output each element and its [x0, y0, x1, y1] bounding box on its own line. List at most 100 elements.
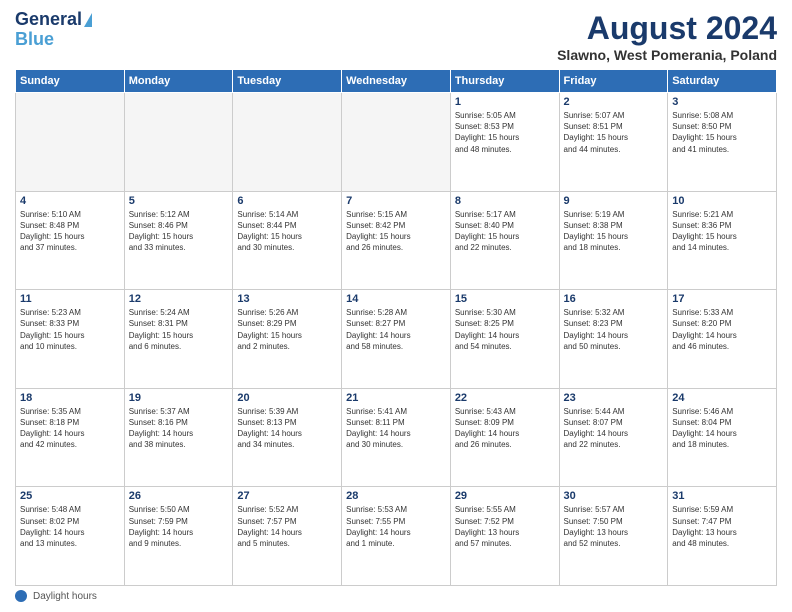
calendar-cell: 30Sunrise: 5:57 AM Sunset: 7:50 PM Dayli… — [559, 487, 668, 586]
weekday-header-saturday: Saturday — [668, 70, 777, 93]
day-info: Sunrise: 5:44 AM Sunset: 8:07 PM Dayligh… — [564, 406, 664, 451]
day-number: 13 — [237, 293, 337, 305]
day-info: Sunrise: 5:55 AM Sunset: 7:52 PM Dayligh… — [455, 504, 555, 549]
weekday-header-sunday: Sunday — [16, 70, 125, 93]
calendar-cell: 12Sunrise: 5:24 AM Sunset: 8:31 PM Dayli… — [124, 290, 233, 389]
day-number: 28 — [346, 490, 446, 502]
day-info: Sunrise: 5:15 AM Sunset: 8:42 PM Dayligh… — [346, 209, 446, 254]
weekday-header-tuesday: Tuesday — [233, 70, 342, 93]
day-number: 3 — [672, 96, 772, 108]
footer-label: Daylight hours — [33, 591, 97, 602]
footer-dot-icon — [15, 590, 27, 602]
calendar-cell: 13 Sunrise: 5:26 AM Sunset: 8:29 PM Dayli… — [233, 290, 342, 389]
calendar-cell: 25 Sunrise: 5:48 AM Sunset: 8:02 PM Dayli… — [16, 487, 125, 586]
calendar-cell — [16, 93, 125, 192]
calendar-cell: 15Sunrise: 5:30 AM Sunset: 8:25 PM Dayli… — [450, 290, 559, 389]
calendar-cell: 2Sunrise: 5:07 AM Sunset: 8:51 PM Daylig… — [559, 93, 668, 192]
weekday-header-monday: Monday — [124, 70, 233, 93]
day-info: Sunrise: 5:19 AM Sunset: 8:38 PM Dayligh… — [564, 209, 664, 254]
calendar-cell: 22Sunrise: 5:43 AM Sunset: 8:09 PM Dayli… — [450, 388, 559, 487]
day-info: Sunrise: 5:48 AM Sunset: 8:02 PM Dayligh… — [20, 504, 120, 549]
day-number: 22 — [455, 392, 555, 404]
week-row-5: 25 Sunrise: 5:48 AM Sunset: 8:02 PM Dayli… — [16, 487, 777, 586]
calendar-cell: 6 Sunrise: 5:14 AM Sunset: 8:44 PM Daylig… — [233, 191, 342, 290]
weekday-header-friday: Friday — [559, 70, 668, 93]
weekday-header-row: SundayMondayTuesdayWednesdayThursdayFrid… — [16, 70, 777, 93]
header: General Blue August 2024 Slawno, West Po… — [15, 10, 777, 63]
calendar-cell: 20 Sunrise: 5:39 AM Sunset: 8:13 PM Dayli… — [233, 388, 342, 487]
calendar-cell: 31Sunrise: 5:59 AM Sunset: 7:47 PM Dayli… — [668, 487, 777, 586]
day-info: Sunrise: 5:35 AM Sunset: 8:18 PM Dayligh… — [20, 406, 120, 451]
calendar-cell: 1 Sunrise: 5:05 AM Sunset: 8:53 PM Daylig… — [450, 93, 559, 192]
logo-line2: Blue — [15, 30, 54, 50]
day-info: Sunrise: 5:24 AM Sunset: 8:31 PM Dayligh… — [129, 307, 229, 352]
calendar-cell: 29 Sunrise: 5:55 AM Sunset: 7:52 PM Dayli… — [450, 487, 559, 586]
calendar-cell: 17Sunrise: 5:33 AM Sunset: 8:20 PM Dayli… — [668, 290, 777, 389]
calendar-cell: 18 Sunrise: 5:35 AM Sunset: 8:18 PM Dayli… — [16, 388, 125, 487]
logo-triangle-icon — [84, 13, 92, 27]
calendar-cell: 9Sunrise: 5:19 AM Sunset: 8:38 PM Daylig… — [559, 191, 668, 290]
day-info: Sunrise: 5:07 AM Sunset: 8:51 PM Dayligh… — [564, 110, 664, 155]
day-info: Sunrise: 5:59 AM Sunset: 7:47 PM Dayligh… — [672, 504, 772, 549]
day-info: Sunrise: 5:23 AM Sunset: 8:33 PM Dayligh… — [20, 307, 120, 352]
day-number: 20 — [237, 392, 337, 404]
day-number: 7 — [346, 195, 446, 207]
day-number: 27 — [237, 490, 337, 502]
calendar-cell: 24Sunrise: 5:46 AM Sunset: 8:04 PM Dayli… — [668, 388, 777, 487]
day-number: 17 — [672, 293, 772, 305]
day-info: Sunrise: 5:53 AM Sunset: 7:55 PM Dayligh… — [346, 504, 446, 549]
calendar-cell: 26Sunrise: 5:50 AM Sunset: 7:59 PM Dayli… — [124, 487, 233, 586]
calendar-cell: 21 Sunrise: 5:41 AM Sunset: 8:11 PM Dayli… — [342, 388, 451, 487]
logo-line1: General — [15, 10, 82, 30]
calendar-cell: 11Sunrise: 5:23 AM Sunset: 8:33 PM Dayli… — [16, 290, 125, 389]
day-number: 4 — [20, 195, 120, 207]
calendar-cell: 3Sunrise: 5:08 AM Sunset: 8:50 PM Daylig… — [668, 93, 777, 192]
day-info: Sunrise: 5:39 AM Sunset: 8:13 PM Dayligh… — [237, 406, 337, 451]
day-info: Sunrise: 5:52 AM Sunset: 7:57 PM Dayligh… — [237, 504, 337, 549]
day-number: 5 — [129, 195, 229, 207]
logo: General Blue — [15, 10, 92, 50]
weekday-header-thursday: Thursday — [450, 70, 559, 93]
calendar-cell — [342, 93, 451, 192]
subtitle: Slawno, West Pomerania, Poland — [557, 47, 777, 63]
day-info: Sunrise: 5:32 AM Sunset: 8:23 PM Dayligh… — [564, 307, 664, 352]
calendar-cell: 8Sunrise: 5:17 AM Sunset: 8:40 PM Daylig… — [450, 191, 559, 290]
day-number: 10 — [672, 195, 772, 207]
day-number: 29 — [455, 490, 555, 502]
calendar-cell: 16 Sunrise: 5:32 AM Sunset: 8:23 PM Dayli… — [559, 290, 668, 389]
calendar-cell: 19 Sunrise: 5:37 AM Sunset: 8:16 PM Dayli… — [124, 388, 233, 487]
day-info: Sunrise: 5:28 AM Sunset: 8:27 PM Dayligh… — [346, 307, 446, 352]
day-info: Sunrise: 5:26 AM Sunset: 8:29 PM Dayligh… — [237, 307, 337, 352]
calendar-cell: 28 Sunrise: 5:53 AM Sunset: 7:55 PM Dayli… — [342, 487, 451, 586]
calendar-table: SundayMondayTuesdayWednesdayThursdayFrid… — [15, 69, 777, 586]
day-number: 23 — [564, 392, 664, 404]
week-row-4: 18 Sunrise: 5:35 AM Sunset: 8:18 PM Dayli… — [16, 388, 777, 487]
day-info: Sunrise: 5:05 AM Sunset: 8:53 PM Dayligh… — [455, 110, 555, 155]
day-number: 25 — [20, 490, 120, 502]
day-info: Sunrise: 5:37 AM Sunset: 8:16 PM Dayligh… — [129, 406, 229, 451]
day-info: Sunrise: 5:41 AM Sunset: 8:11 PM Dayligh… — [346, 406, 446, 451]
day-info: Sunrise: 5:50 AM Sunset: 7:59 PM Dayligh… — [129, 504, 229, 549]
calendar-cell: 4 Sunrise: 5:10 AM Sunset: 8:48 PM Daylig… — [16, 191, 125, 290]
main-title: August 2024 — [557, 10, 777, 47]
page: General Blue August 2024 Slawno, West Po… — [0, 0, 792, 612]
calendar-cell: 14 Sunrise: 5:28 AM Sunset: 8:27 PM Dayli… — [342, 290, 451, 389]
day-info: Sunrise: 5:12 AM Sunset: 8:46 PM Dayligh… — [129, 209, 229, 254]
day-info: Sunrise: 5:14 AM Sunset: 8:44 PM Dayligh… — [237, 209, 337, 254]
calendar-cell: 7 Sunrise: 5:15 AM Sunset: 8:42 PM Daylig… — [342, 191, 451, 290]
day-number: 21 — [346, 392, 446, 404]
day-info: Sunrise: 5:57 AM Sunset: 7:50 PM Dayligh… — [564, 504, 664, 549]
day-number: 1 — [455, 96, 555, 108]
day-number: 19 — [129, 392, 229, 404]
day-number: 18 — [20, 392, 120, 404]
calendar-cell — [124, 93, 233, 192]
week-row-3: 11Sunrise: 5:23 AM Sunset: 8:33 PM Dayli… — [16, 290, 777, 389]
day-number: 6 — [237, 195, 337, 207]
week-row-2: 4 Sunrise: 5:10 AM Sunset: 8:48 PM Daylig… — [16, 191, 777, 290]
day-info: Sunrise: 5:10 AM Sunset: 8:48 PM Dayligh… — [20, 209, 120, 254]
day-number: 16 — [564, 293, 664, 305]
day-number: 14 — [346, 293, 446, 305]
day-info: Sunrise: 5:21 AM Sunset: 8:36 PM Dayligh… — [672, 209, 772, 254]
title-block: August 2024 Slawno, West Pomerania, Pola… — [557, 10, 777, 63]
day-number: 15 — [455, 293, 555, 305]
